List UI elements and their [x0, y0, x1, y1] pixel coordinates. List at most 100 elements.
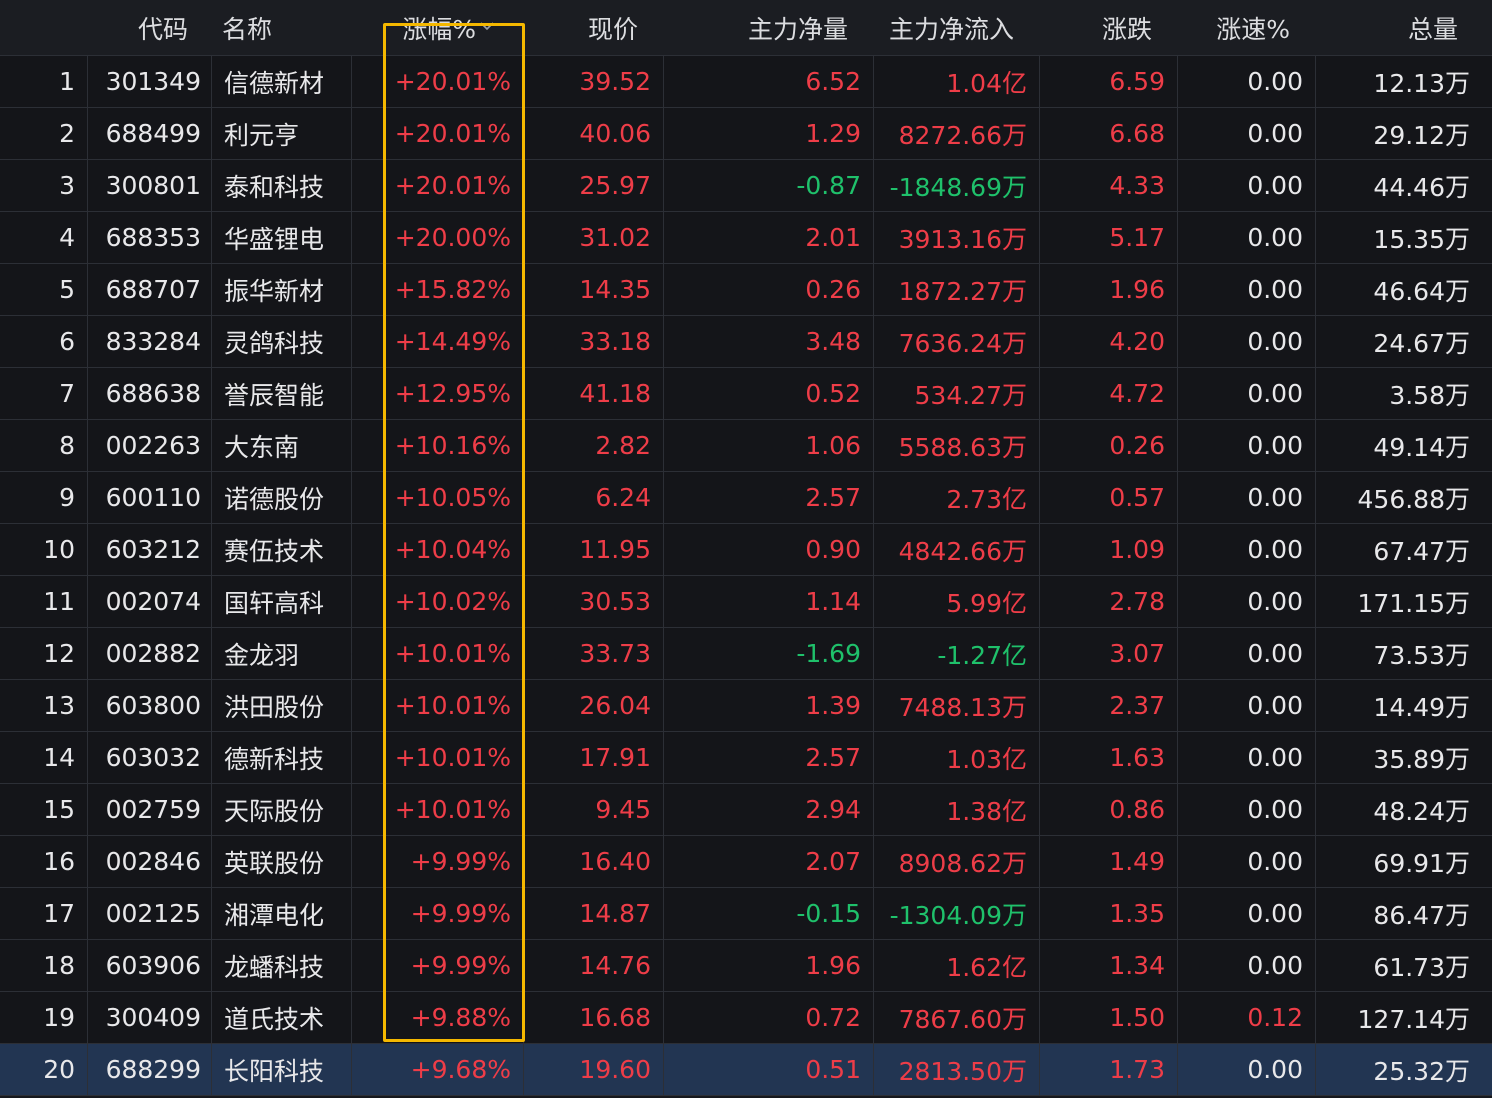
change-speed: 0.00: [1178, 472, 1316, 523]
header-main-net-volume[interactable]: 主力净量: [664, 0, 874, 55]
total-volume: 46.64万: [1373, 276, 1470, 306]
stock-name: 誉辰智能: [212, 368, 352, 419]
table-row[interactable]: 3 300801 泰和科技 +20.01% 25.97 -0.87 -1848.69万 4.3…: [0, 160, 1492, 212]
change-speed: 0.00: [1178, 420, 1316, 471]
current-price: 16.40: [524, 836, 664, 887]
change-amount: 1.49: [1040, 836, 1178, 887]
header-name[interactable]: 名称: [212, 0, 352, 55]
table-row[interactable]: 7 688638 誉辰智能 +12.95% 41.18 0.52 534.27万 4.72 0.…: [0, 368, 1492, 420]
main-net-inflow: 1.04亿: [874, 56, 1040, 107]
table-row[interactable]: 20 688299 长阳科技 +9.68% 19.60 0.51 2813.50万 1.73 0…: [0, 1044, 1492, 1096]
header-code[interactable]: 代码: [88, 0, 212, 55]
current-price: 6.24: [524, 472, 664, 523]
header-price[interactable]: 现价: [524, 0, 664, 55]
change-speed: 0.00: [1178, 1044, 1316, 1095]
row-index: 2: [0, 108, 88, 159]
header-main-net-inflow[interactable]: 主力净流入: [874, 0, 1040, 55]
current-price: 26.04: [524, 680, 664, 731]
change-percent: +20.00%: [352, 212, 524, 263]
change-percent: +10.01%: [352, 784, 524, 835]
stock-name: 天际股份: [212, 784, 352, 835]
table-row[interactable]: 5 688707 振华新材 +15.82% 14.35 0.26 1872.27万 1.96 0…: [0, 264, 1492, 316]
main-net-inflow: -1.27亿: [874, 628, 1040, 679]
stock-code: 688353: [88, 212, 212, 263]
change-amount: 4.72: [1040, 368, 1178, 419]
table-row[interactable]: 6 833284 灵鸽科技 +14.49% 33.18 3.48 7636.24万 4.20 0…: [0, 316, 1492, 368]
change-amount: 4.20: [1040, 316, 1178, 367]
table-row[interactable]: 4 688353 华盛锂电 +20.00% 31.02 2.01 3913.16万 5.17 0…: [0, 212, 1492, 264]
row-index: 3: [0, 160, 88, 211]
change-amount: 6.59: [1040, 56, 1178, 107]
current-price: 31.02: [524, 212, 664, 263]
table-row[interactable]: 1 301349 信德新材 +20.01% 39.52 6.52 1.04亿 6.59 0.00…: [0, 56, 1492, 108]
change-speed: 0.00: [1178, 160, 1316, 211]
change-speed: 0.00: [1178, 628, 1316, 679]
chevron-down-icon[interactable]: [480, 19, 494, 33]
change-amount: 0.57: [1040, 472, 1178, 523]
change-percent: +10.01%: [352, 680, 524, 731]
stock-code: 600110: [88, 472, 212, 523]
table-row[interactable]: 10 603212 赛伍技术 +10.04% 11.95 0.90 4842.66万 1.09…: [0, 524, 1492, 576]
main-net-volume: 0.72: [664, 992, 874, 1043]
row-index: 6: [0, 316, 88, 367]
table-row[interactable]: 8 002263 大东南 +10.16% 2.82 1.06 5588.63万 0.26 0.0…: [0, 420, 1492, 472]
stock-code: 002074: [88, 576, 212, 627]
row-index: 14: [0, 732, 88, 783]
header-change-speed[interactable]: 涨速%: [1178, 0, 1316, 55]
main-net-inflow: 5.99亿: [874, 576, 1040, 627]
table-row[interactable]: 9 600110 诺德股份 +10.05% 6.24 2.57 2.73亿 0.57 0.00 4…: [0, 472, 1492, 524]
change-amount: 1.63: [1040, 732, 1178, 783]
change-percent: +9.99%: [352, 888, 524, 939]
main-net-volume: 1.39: [664, 680, 874, 731]
main-net-volume: 2.94: [664, 784, 874, 835]
change-percent: +20.01%: [352, 160, 524, 211]
change-percent: +9.99%: [352, 836, 524, 887]
table-row[interactable]: 2 688499 利元亨 +20.01% 40.06 1.29 8272.66万 6.68 0.…: [0, 108, 1492, 160]
change-speed: 0.00: [1178, 940, 1316, 991]
stock-code: 300409: [88, 992, 212, 1043]
header-volume[interactable]: 总量: [1316, 0, 1492, 55]
main-net-volume: 2.01: [664, 212, 874, 263]
table-row[interactable]: 18 603906 龙蟠科技 +9.99% 14.76 1.96 1.62亿 1.34 0.00…: [0, 940, 1492, 992]
current-price: 41.18: [524, 368, 664, 419]
table-row[interactable]: 19 300409 道氏技术 +9.88% 16.68 0.72 7867.60万 1.50 0…: [0, 992, 1492, 1044]
change-speed: 0.00: [1178, 836, 1316, 887]
table-row[interactable]: 17 002125 湘潭电化 +9.99% 14.87 -0.15 -1304.09万 1.3…: [0, 888, 1492, 940]
stock-ranking-table: 代码 名称 涨幅% 现价 主力净量 主力净流入 涨跌 涨速% 总量 1 30134…: [0, 0, 1492, 1096]
change-amount: 1.50: [1040, 992, 1178, 1043]
stock-name: 利元亨: [212, 108, 352, 159]
current-price: 40.06: [524, 108, 664, 159]
table-row[interactable]: 12 002882 金龙羽 +10.01% 33.73 -1.69 -1.27亿 3.07 0.…: [0, 628, 1492, 680]
stock-code: 300801: [88, 160, 212, 211]
stock-name: 灵鸽科技: [212, 316, 352, 367]
change-speed: 0.00: [1178, 888, 1316, 939]
change-percent: +12.95%: [352, 368, 524, 419]
change-amount: 5.17: [1040, 212, 1178, 263]
change-amount: 0.86: [1040, 784, 1178, 835]
table-row[interactable]: 11 002074 国轩高科 +10.02% 30.53 1.14 5.99亿 2.78 0.0…: [0, 576, 1492, 628]
stock-name: 国轩高科: [212, 576, 352, 627]
header-change[interactable]: 涨跌: [1040, 0, 1178, 55]
main-net-inflow: 8908.62万: [874, 836, 1040, 887]
main-net-inflow: 534.27万: [874, 368, 1040, 419]
main-net-inflow: 8272.66万: [874, 108, 1040, 159]
change-amount: 2.78: [1040, 576, 1178, 627]
header-change-percent-label: 涨幅%: [402, 14, 476, 44]
stock-code: 688299: [88, 1044, 212, 1095]
stock-name: 龙蟠科技: [212, 940, 352, 991]
main-net-volume: 0.26: [664, 264, 874, 315]
total-volume: 61.73万: [1373, 952, 1470, 982]
main-net-volume: 2.07: [664, 836, 874, 887]
change-percent: +14.49%: [352, 316, 524, 367]
current-price: 14.35: [524, 264, 664, 315]
table-row[interactable]: 13 603800 洪田股份 +10.01% 26.04 1.39 7488.13万 2.37…: [0, 680, 1492, 732]
table-row[interactable]: 14 603032 德新科技 +10.01% 17.91 2.57 1.03亿 1.63 0.0…: [0, 732, 1492, 784]
table-row[interactable]: 16 002846 英联股份 +9.99% 16.40 2.07 8908.62万 1.49 0…: [0, 836, 1492, 888]
stock-name: 英联股份: [212, 836, 352, 887]
table-row[interactable]: 15 002759 天际股份 +10.01% 9.45 2.94 1.38亿 0.86 0.00…: [0, 784, 1492, 836]
header-change-percent[interactable]: 涨幅%: [352, 0, 524, 55]
main-net-inflow: 4842.66万: [874, 524, 1040, 575]
row-index: 17: [0, 888, 88, 939]
change-percent: +9.88%: [352, 992, 524, 1043]
change-amount: 1.09: [1040, 524, 1178, 575]
